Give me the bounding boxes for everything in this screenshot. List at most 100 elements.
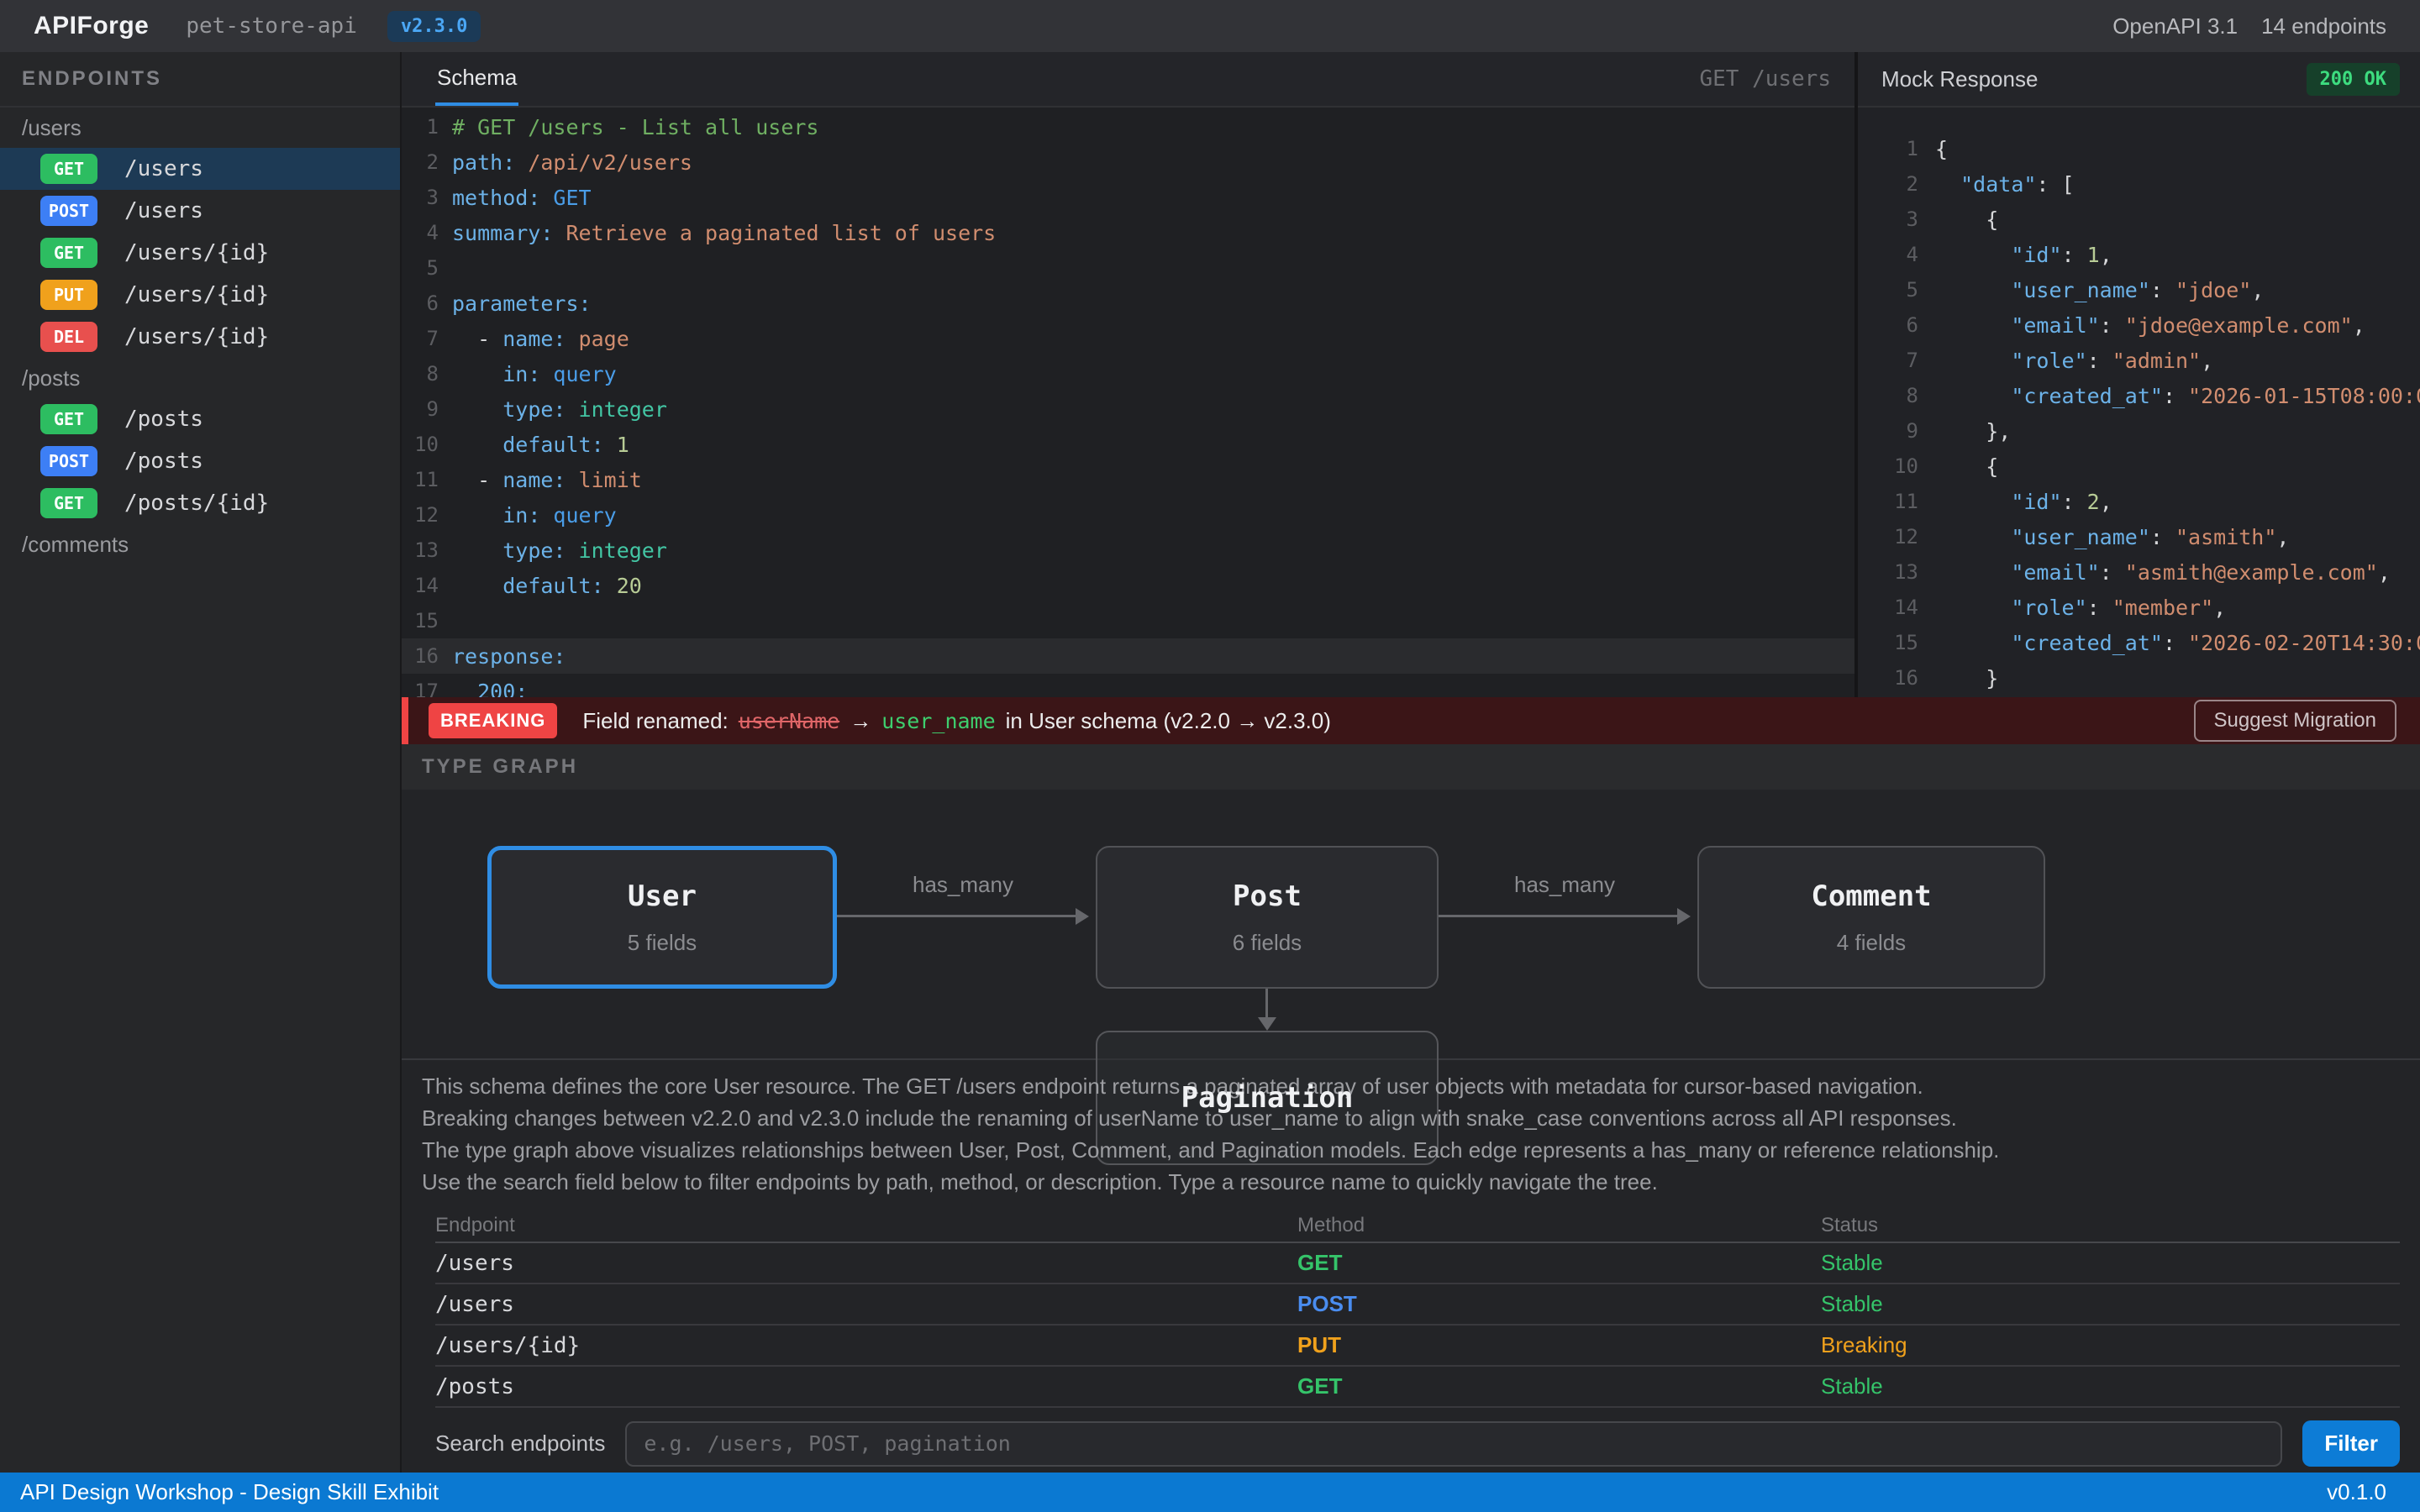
line-number: 10 — [1858, 454, 1918, 478]
version-badge[interactable]: v2.3.0 — [387, 11, 481, 42]
schema-tab-bar: Schema GET /users — [402, 52, 1854, 108]
content-area: Schema GET /users 1# GET /users - List a… — [402, 52, 2420, 1473]
footer-bar: API Design Workshop - Design Skill Exhib… — [0, 1473, 2420, 1512]
code-text: parameters: — [452, 291, 592, 316]
endpoint-path: /users/{id} — [124, 324, 269, 349]
code-line: 7 "role": "admin", — [1858, 343, 2420, 378]
app-logo: APIForge — [34, 12, 149, 40]
schema-code-editor[interactable]: 1# GET /users - List all users2path: /ap… — [402, 108, 1854, 697]
code-text: { — [1935, 207, 1998, 232]
sidebar-endpoint-item[interactable]: PUT/users/{id} — [0, 274, 400, 316]
code-text: } — [1935, 666, 1998, 690]
code-line: 5 "user_name": "jdoe", — [1858, 272, 2420, 307]
code-line: 15 "created_at": "2026-02-20T14:30:00Z" — [1858, 625, 2420, 660]
filter-button[interactable]: Filter — [2302, 1420, 2400, 1467]
cell-status: Stable — [1821, 1250, 2400, 1276]
code-text: "user_name": "jdoe", — [1935, 278, 2264, 302]
code-text: "created_at": "2026-01-15T08:00:00Z", — [1935, 384, 2420, 408]
code-line: 1{ — [1858, 131, 2420, 166]
table-row[interactable]: /users/{id}PUTBreaking — [435, 1326, 2400, 1367]
line-number: 2 — [402, 150, 439, 174]
code-line: 5 — [402, 250, 1854, 286]
line-number: 16 — [1858, 666, 1918, 690]
sidebar-endpoint-item[interactable]: GET/posts/{id} — [0, 482, 400, 524]
edge-post-comment — [1439, 915, 1677, 917]
type-graph-title: TYPE GRAPH — [402, 744, 2420, 790]
code-text: "id": 1, — [1935, 243, 2112, 267]
graph-node-comment[interactable]: Comment 4 fields — [1697, 846, 2045, 989]
code-text: summary: Retrieve a paginated list of us… — [452, 221, 996, 245]
footer-title: API Design Workshop - Design Skill Exhib… — [20, 1479, 439, 1505]
line-number: 5 — [1858, 278, 1918, 302]
code-line: 8 in: query — [402, 356, 1854, 391]
code-line: 12 "user_name": "asmith", — [1858, 519, 2420, 554]
col-status: Status — [1821, 1214, 2400, 1237]
cell-status: Stable — [1821, 1291, 2400, 1317]
top-bar: APIForge pet-store-api v2.3.0 OpenAPI 3.… — [0, 0, 2420, 52]
graph-node-post[interactable]: Post 6 fields — [1096, 846, 1439, 989]
endpoint-path: /users/{id} — [124, 282, 269, 307]
code-text: in: query — [452, 503, 617, 528]
breaking-suffix: in User schema (v2.2.0 → v2.3.0) — [1006, 708, 1331, 734]
sidebar-endpoint-item[interactable]: POST/users — [0, 190, 400, 232]
table-row[interactable]: /postsGETStable — [435, 1367, 2400, 1408]
node-fields: 6 fields — [1233, 930, 1302, 956]
mock-response-code[interactable]: 1{2 "data": [3 {4 "id": 1,5 "user_name":… — [1858, 108, 2420, 697]
code-line: 6parameters: — [402, 286, 1854, 321]
table-row[interactable]: /usersGETStable — [435, 1243, 2400, 1284]
code-line: 7 - name: page — [402, 321, 1854, 356]
endpoint-group-label: /posts — [0, 358, 400, 398]
table-row[interactable]: /usersPOSTStable — [435, 1284, 2400, 1326]
code-text: default: 1 — [452, 433, 629, 457]
endpoint-path: /posts/{id} — [124, 491, 269, 516]
search-input[interactable] — [625, 1421, 2282, 1467]
code-text: path: /api/v2/users — [452, 150, 692, 175]
suggest-migration-button[interactable]: Suggest Migration — [2194, 700, 2396, 742]
sidebar-endpoint-item[interactable]: GET/users — [0, 148, 400, 190]
endpoint-path: /posts — [124, 449, 203, 474]
edge-post-pagination — [1265, 989, 1268, 1019]
line-number: 2 — [1858, 172, 1918, 196]
sidebar-title: ENDPOINTS — [0, 52, 400, 108]
edge-user-post — [837, 915, 1076, 917]
code-line: 13 "email": "asmith@example.com", — [1858, 554, 2420, 590]
graph-node-user[interactable]: User 5 fields — [487, 846, 837, 989]
sidebar-endpoint-item[interactable]: GET/users/{id} — [0, 232, 400, 274]
search-row: Search endpoints Filter — [402, 1420, 2420, 1473]
code-text: }, — [1935, 419, 2011, 444]
endpoint-path: /posts — [124, 407, 203, 432]
endpoint-group-label: /users — [0, 108, 400, 148]
line-number: 4 — [1858, 243, 1918, 266]
arrowhead-down-icon — [1258, 1017, 1276, 1031]
line-number: 5 — [402, 256, 439, 280]
code-text: "id": 2, — [1935, 490, 2112, 514]
sidebar-endpoint-item[interactable]: GET/posts — [0, 398, 400, 440]
sidebar-endpoint-item[interactable]: POST/posts — [0, 440, 400, 482]
node-fields: 4 fields — [1837, 930, 1906, 956]
old-field-name: userName — [739, 709, 839, 733]
tab-schema[interactable]: Schema — [435, 52, 518, 106]
method-badge: POST — [40, 196, 97, 226]
apiforge-app: APIForge pet-store-api v2.3.0 OpenAPI 3.… — [0, 0, 2420, 1512]
code-text: - name: page — [452, 327, 629, 351]
code-text: { — [1935, 137, 1948, 161]
new-field-name: user_name — [881, 709, 995, 733]
endpoint-path: /users — [124, 198, 203, 223]
cell-endpoint: /users — [435, 1251, 1297, 1276]
sidebar-endpoint-item[interactable]: DEL/users/{id} — [0, 316, 400, 358]
description-line: The type graph above visualizes relation… — [422, 1134, 2400, 1166]
line-number: 14 — [1858, 596, 1918, 619]
code-text: - name: limit — [452, 468, 642, 492]
endpoint-table-body: /usersGETStable/usersPOSTStable/users/{i… — [435, 1243, 2400, 1408]
line-number: 10 — [402, 433, 439, 456]
method-badge: GET — [40, 238, 97, 268]
method-badge: GET — [40, 154, 97, 184]
line-number: 1 — [1858, 137, 1918, 160]
line-number: 8 — [402, 362, 439, 386]
endpoint-path: /users/{id} — [124, 240, 269, 265]
code-line: 13 type: integer — [402, 533, 1854, 568]
line-number: 15 — [1858, 631, 1918, 654]
cell-status: Breaking — [1821, 1332, 2400, 1358]
code-line: 2 "data": [ — [1858, 166, 2420, 202]
line-number: 6 — [1858, 313, 1918, 337]
